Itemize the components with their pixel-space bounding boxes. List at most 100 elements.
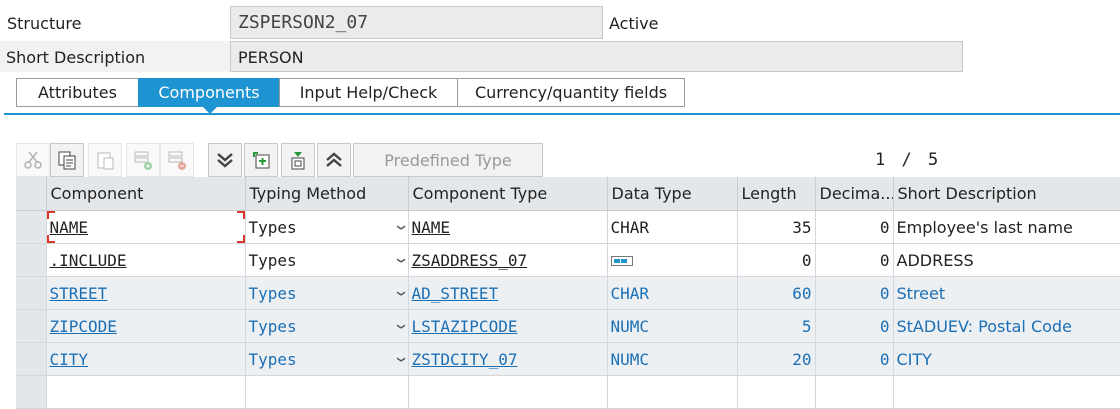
length-cell[interactable]: 60 xyxy=(737,276,816,310)
component-cell[interactable]: CITY xyxy=(46,342,246,376)
column-header-component-type[interactable]: Component Type xyxy=(408,177,608,211)
component-cell[interactable]: STREET xyxy=(46,276,246,310)
row-selector-header[interactable] xyxy=(16,177,47,211)
short-description-cell[interactable]: ADDRESS xyxy=(893,243,1120,277)
table-row: .INCLUDE Types ❯ ZSADDRESS_07 0 0 ADDRESS xyxy=(16,243,1120,277)
show-element-button[interactable] xyxy=(281,143,315,177)
length-cell[interactable]: 35 xyxy=(737,210,816,244)
expand-icon xyxy=(326,152,342,167)
expand-button[interactable] xyxy=(317,143,351,177)
copy-button[interactable] xyxy=(50,143,84,177)
tab-label: Attributes xyxy=(38,83,117,102)
column-header-data-type[interactable]: Data Type xyxy=(607,177,738,211)
decimals-cell[interactable] xyxy=(815,375,894,409)
row-selector[interactable] xyxy=(16,309,47,343)
predefined-type-button[interactable]: Predefined Type xyxy=(353,143,543,177)
decimals-cell[interactable]: 0 xyxy=(815,210,894,244)
structure-field[interactable]: ZSPERSON2_07 xyxy=(230,6,603,39)
typing-method-cell[interactable]: Types ❯ xyxy=(245,342,409,376)
tab-attributes[interactable]: Attributes xyxy=(16,78,139,107)
short-desc-field[interactable]: PERSON xyxy=(230,41,963,72)
chevron-down-icon[interactable]: ❯ xyxy=(395,257,407,264)
length-cell[interactable]: 0 xyxy=(737,243,816,277)
insert-row-button[interactable] xyxy=(126,143,160,177)
chevron-down-icon[interactable]: ❯ xyxy=(395,290,407,297)
status-text: Active xyxy=(609,14,659,33)
component-type-cell[interactable]: AD_STREET xyxy=(408,276,608,310)
data-type-cell[interactable]: NUMC xyxy=(607,309,738,343)
page-separator: / xyxy=(901,150,912,170)
column-header-component[interactable]: Component xyxy=(46,177,246,211)
column-header-length[interactable]: Length xyxy=(737,177,816,211)
length-cell[interactable]: 20 xyxy=(737,342,816,376)
component-type-link[interactable]: NAME xyxy=(412,218,451,237)
copy-icon xyxy=(58,151,76,170)
component-name[interactable]: .INCLUDE xyxy=(50,251,127,270)
short-desc-label: Short Description xyxy=(6,48,146,67)
delete-row-button[interactable] xyxy=(160,143,194,177)
component-name[interactable]: CITY xyxy=(50,350,89,369)
typing-method-cell[interactable]: Types ❯ xyxy=(245,276,409,310)
typing-method-cell[interactable]: Types ❯ xyxy=(245,243,409,277)
short-description-cell[interactable] xyxy=(893,375,1120,409)
component-cell[interactable]: .INCLUDE xyxy=(46,243,246,277)
component-name[interactable]: STREET xyxy=(50,284,108,303)
column-header-decimals[interactable]: Decima... xyxy=(815,177,894,211)
data-type-cell[interactable]: CHAR xyxy=(607,210,738,244)
chevron-down-icon[interactable]: ❯ xyxy=(395,323,407,330)
component-type-cell[interactable]: NAME xyxy=(408,210,608,244)
chevron-down-icon[interactable]: ❯ xyxy=(395,224,407,231)
cut-button[interactable] xyxy=(16,143,50,177)
decimals-cell[interactable]: 0 xyxy=(815,342,894,376)
row-selector[interactable] xyxy=(16,243,47,277)
component-type-cell[interactable]: ZSTDCITY_07 xyxy=(408,342,608,376)
component-cell[interactable] xyxy=(46,375,246,409)
short-description-cell[interactable]: CITY xyxy=(893,342,1120,376)
component-type-link[interactable]: LSTAZIPCODE xyxy=(412,317,518,336)
insert-row-icon xyxy=(134,151,152,170)
paste-button[interactable] xyxy=(88,143,122,177)
typing-method-cell[interactable]: Types ❯ xyxy=(245,309,409,343)
component-type-cell[interactable]: LSTAZIPCODE xyxy=(408,309,608,343)
data-type-cell[interactable] xyxy=(607,375,738,409)
component-type-cell[interactable]: ZSADDRESS_07 xyxy=(408,243,608,277)
tab-input-help-check[interactable]: Input Help/Check xyxy=(279,78,458,107)
row-selector[interactable] xyxy=(16,375,47,409)
tab-label: Components xyxy=(158,83,260,102)
component-type-link[interactable]: ZSTDCITY_07 xyxy=(412,350,518,369)
row-selector[interactable] xyxy=(16,210,47,244)
data-type-cell[interactable]: CHAR xyxy=(607,276,738,310)
row-selector[interactable] xyxy=(16,342,47,376)
decimals-cell[interactable]: 0 xyxy=(815,309,894,343)
component-name[interactable]: NAME xyxy=(50,218,89,237)
short-description-cell[interactable]: Employee's last name xyxy=(893,210,1120,244)
data-type-cell[interactable]: NUMC xyxy=(607,342,738,376)
typing-method-cell[interactable] xyxy=(245,375,409,409)
decimals-cell[interactable]: 0 xyxy=(815,276,894,310)
decimals-cell[interactable]: 0 xyxy=(815,243,894,277)
typing-method-cell[interactable]: Types ❯ xyxy=(245,210,409,244)
row-selector[interactable] xyxy=(16,276,47,310)
component-cell[interactable]: ZIPCODE xyxy=(46,309,246,343)
component-cell[interactable]: NAME xyxy=(46,210,246,244)
data-type-cell[interactable] xyxy=(607,243,738,277)
cut-icon xyxy=(24,151,42,169)
component-type-cell[interactable] xyxy=(408,375,608,409)
component-type-link[interactable]: ZSADDRESS_07 xyxy=(412,251,528,270)
show-element-icon xyxy=(291,152,305,170)
length-cell[interactable]: 5 xyxy=(737,309,816,343)
short-description-cell[interactable]: StADUEV: Postal Code xyxy=(893,309,1120,343)
new-element-button[interactable] xyxy=(244,143,278,177)
column-header-short-description[interactable]: Short Description xyxy=(893,177,1120,211)
tab-currency-quantity[interactable]: Currency/quantity fields xyxy=(457,78,685,107)
column-header-typing-method[interactable]: Typing Method xyxy=(245,177,409,211)
chevron-down-icon[interactable]: ❯ xyxy=(395,356,407,363)
collapse-button[interactable] xyxy=(208,143,242,177)
short-description-cell[interactable]: Street xyxy=(893,276,1120,310)
tab-components[interactable]: Components xyxy=(138,78,280,107)
length-cell[interactable] xyxy=(737,375,816,409)
page-total: 5 xyxy=(928,150,939,170)
component-name[interactable]: ZIPCODE xyxy=(50,317,117,336)
page-current: 1 xyxy=(875,150,886,170)
component-type-link[interactable]: AD_STREET xyxy=(412,284,499,303)
